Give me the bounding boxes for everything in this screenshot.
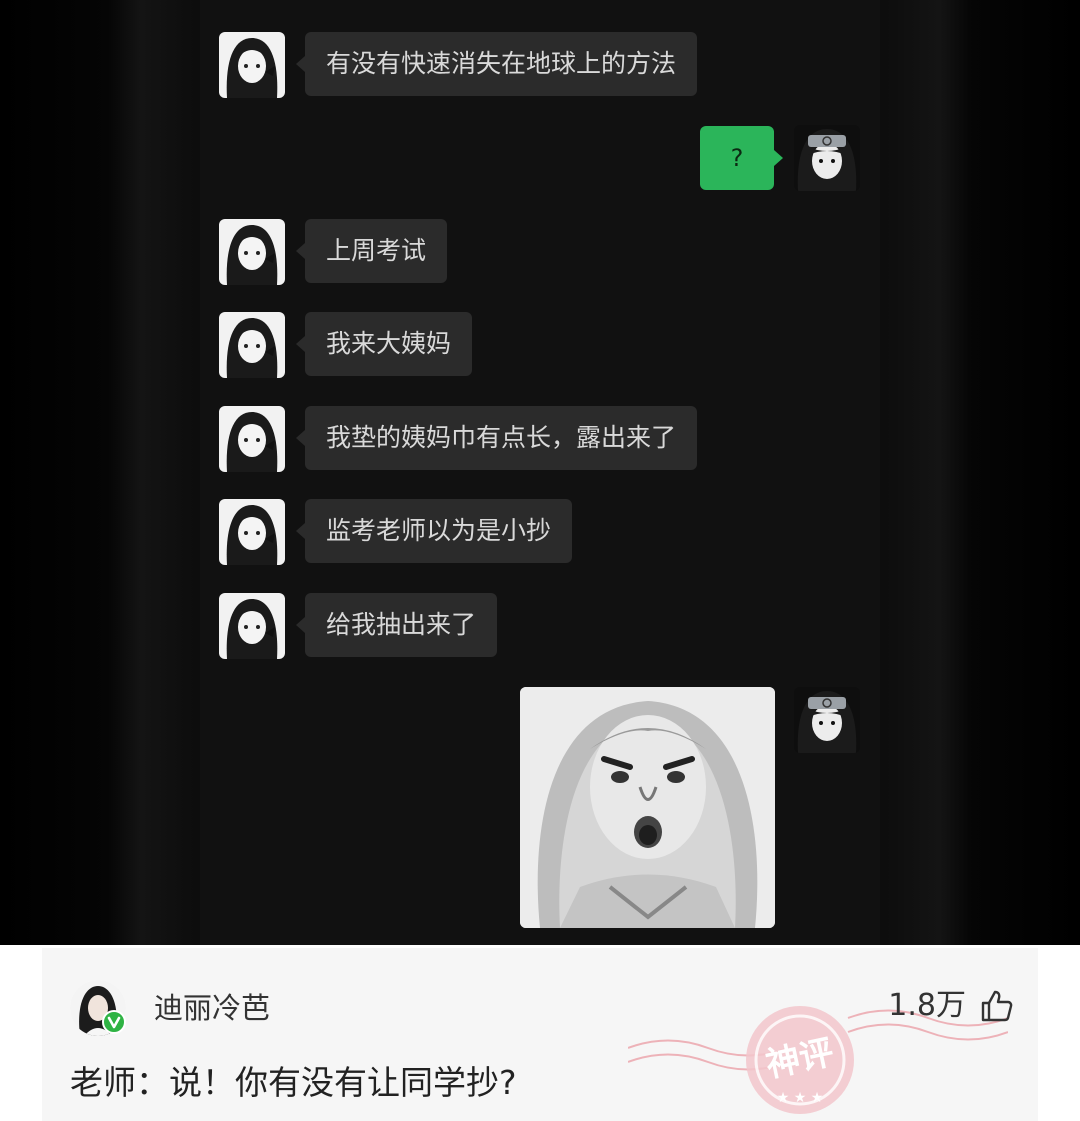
- girl-avatar[interactable]: [219, 312, 285, 378]
- girl-avatar[interactable]: [219, 499, 285, 565]
- girl-avatar[interactable]: [219, 406, 285, 472]
- girl-avatar[interactable]: [219, 593, 285, 659]
- ninja-avatar[interactable]: [794, 125, 860, 191]
- verified-check-icon: [102, 1010, 126, 1034]
- like-count: 1.8万: [888, 988, 966, 1023]
- girl-avatar[interactable]: [219, 32, 285, 98]
- message-bubble[interactable]: 我来大姨妈: [295, 312, 473, 376]
- message-bubble[interactable]: 有没有快速消失在地球上的方法: [295, 32, 698, 96]
- ninja-avatar[interactable]: [794, 687, 860, 753]
- girl-avatar[interactable]: [219, 219, 285, 285]
- message-bubble[interactable]: 我垫的姨妈巾有点长，露出来了: [295, 406, 698, 470]
- thumbs-up-icon[interactable]: [980, 989, 1014, 1023]
- svg-text:★ ★ ★: ★ ★ ★: [777, 1090, 824, 1106]
- message-bubble-self[interactable]: ?: [700, 126, 783, 190]
- message-bubble[interactable]: 上周考试: [295, 219, 448, 283]
- comment-text: 老师：说！你有没有让同学抄?: [70, 1063, 517, 1102]
- hot-comment-card: 神评 ★ ★ ★ 迪丽冷芭 1.8万 老师：说！你有没有让同学抄?: [42, 948, 1038, 1121]
- shocked-face-sticker[interactable]: [520, 687, 775, 928]
- like-button[interactable]: 1.8万: [888, 984, 1014, 1028]
- chat-screenshot: 有没有快速消失在地球上的方法 ? 上周考试 我来大姨妈 我垫的姨妈巾有点长，露出…: [0, 0, 1080, 945]
- message-bubble[interactable]: 给我抽出来了: [295, 593, 498, 657]
- commenter-name[interactable]: 迪丽冷芭: [154, 988, 270, 1028]
- message-bubble[interactable]: 监考老师以为是小抄: [295, 499, 573, 563]
